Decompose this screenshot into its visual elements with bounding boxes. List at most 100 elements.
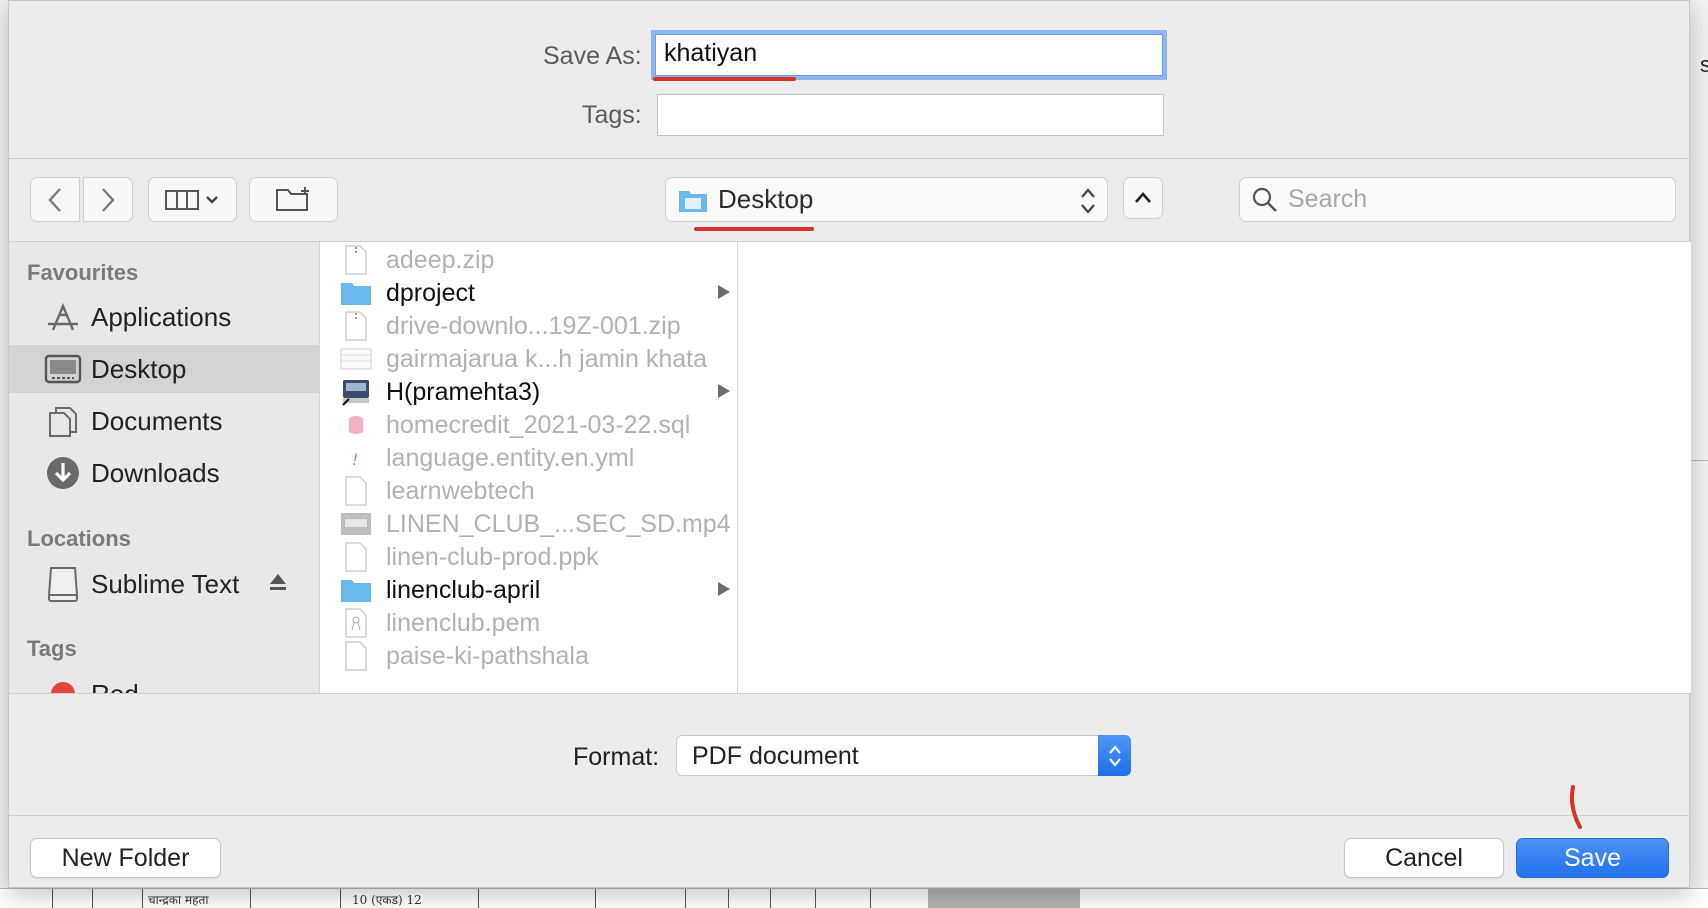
new-folder-icon	[275, 186, 309, 211]
back-button[interactable]	[30, 177, 80, 222]
disclosure-triangle-icon	[718, 285, 730, 299]
forward-button[interactable]	[83, 177, 133, 222]
view-options-button[interactable]	[148, 177, 237, 222]
list-item[interactable]: paise-ki-pathshala	[320, 638, 737, 674]
list-item[interactable]: homecredit_2021-03-22.sql	[320, 407, 737, 443]
search-icon	[1252, 187, 1277, 212]
list-item[interactable]: linenclub.pem	[320, 605, 737, 641]
annotation-underline	[653, 77, 796, 81]
location-popup[interactable]: Desktop	[665, 177, 1108, 222]
document-icon	[340, 476, 372, 506]
list-item[interactable]: dproject	[320, 275, 737, 311]
divider	[9, 158, 1691, 159]
tags-label: Tags:	[582, 101, 642, 129]
preview-pane	[738, 242, 1691, 693]
desktop-folder-icon	[679, 190, 707, 212]
file-name: linenclub.pem	[386, 608, 541, 637]
new-folder-button[interactable]: New Folder	[30, 838, 221, 878]
file-name: drive-downlo...19Z-001.zip	[386, 311, 681, 340]
yml-icon: !	[340, 443, 372, 473]
certificate-icon	[340, 608, 372, 638]
background-table-strip: चान्द्रका महता 10 (एकड) 12	[0, 888, 1708, 908]
file-name: adeep.zip	[386, 245, 495, 274]
zip-icon	[340, 245, 372, 275]
list-item[interactable]: H(pramehta3)	[320, 374, 737, 410]
tags-field[interactable]	[657, 94, 1164, 136]
downloads-icon	[43, 455, 83, 491]
sidebar-item-sublime-text[interactable]: Sublime Text	[9, 560, 319, 608]
save-as-label: Save As:	[543, 42, 642, 70]
file-name: LINEN_CLUB_...SEC_SD.mp4	[386, 509, 731, 538]
cancel-button[interactable]: Cancel	[1344, 838, 1504, 878]
file-name: dproject	[386, 278, 475, 307]
popup-stepper-icon	[1098, 735, 1131, 776]
background-gray-block	[928, 889, 1080, 908]
format-select[interactable]: PDF document	[676, 735, 1131, 776]
svg-text:!: !	[352, 450, 358, 469]
document-icon	[340, 542, 372, 572]
search-input[interactable]	[1288, 185, 1658, 214]
applications-icon	[43, 299, 83, 335]
search-box[interactable]	[1239, 177, 1676, 222]
file-list: adeep.zip dproject drive-downlo...19Z-00…	[320, 242, 738, 693]
list-item[interactable]: linenclub-april	[320, 572, 737, 608]
new-folder-toolbar-button[interactable]	[249, 177, 338, 222]
annotation-mark	[1569, 785, 1582, 829]
sidebar-item-applications[interactable]: Applications	[9, 293, 319, 341]
location-label: Desktop	[718, 184, 814, 214]
chevron-up-down-icon	[1081, 188, 1095, 214]
background-divider	[1690, 460, 1708, 461]
zip-icon	[340, 311, 372, 341]
list-item[interactable]: ! language.entity.en.yml	[320, 440, 737, 476]
disk-icon	[43, 566, 83, 602]
sidebar-item-tag-red[interactable]: Red	[9, 670, 319, 694]
sidebar-item-label: Desktop	[91, 353, 187, 384]
sidebar-item-label: Documents	[91, 405, 223, 436]
save-button[interactable]: Save	[1516, 838, 1669, 878]
sidebar-item-documents[interactable]: Documents	[9, 397, 319, 445]
file-name: linenclub-april	[386, 575, 541, 604]
network-drive-icon	[340, 377, 372, 407]
favourites-heading: Favourites	[27, 260, 139, 285]
disclosure-triangle-icon	[718, 582, 730, 596]
video-icon	[340, 509, 372, 539]
tags-heading: Tags	[27, 636, 77, 661]
sidebar-item-label: Sublime Text	[91, 568, 240, 599]
background-name-text: चान्द्रका महता	[148, 893, 209, 907]
desktop-icon	[43, 351, 83, 387]
file-name: paise-ki-pathshala	[386, 641, 589, 670]
divider	[9, 815, 1691, 816]
list-item[interactable]: learnwebtech	[320, 473, 737, 509]
list-item[interactable]: LINEN_CLUB_...SEC_SD.mp4	[320, 506, 737, 542]
annotation-underline-location	[694, 227, 814, 231]
sidebar-item-label: Red	[91, 679, 139, 694]
folder-icon	[340, 278, 372, 308]
file-name: homecredit_2021-03-22.sql	[386, 410, 691, 439]
list-item[interactable]: drive-downlo...19Z-001.zip	[320, 308, 737, 344]
format-value: PDF document	[692, 742, 859, 770]
document-icon	[340, 641, 372, 671]
list-item[interactable]: adeep.zip	[320, 242, 737, 278]
eject-icon[interactable]	[268, 572, 288, 592]
file-name: learnwebtech	[386, 476, 535, 505]
list-item[interactable]: linen-club-prod.ppk	[320, 539, 737, 575]
file-name: linen-club-prod.ppk	[386, 542, 599, 571]
sidebar-item-desktop[interactable]: Desktop	[9, 345, 319, 393]
divider	[9, 693, 1691, 694]
file-name: H(pramehta3)	[386, 377, 541, 406]
spreadsheet-icon	[340, 344, 372, 374]
background-glyph: s	[1700, 52, 1708, 77]
sidebar-item-downloads[interactable]: Downloads	[9, 449, 319, 497]
folder-icon	[340, 575, 372, 605]
columns-view-icon	[164, 189, 218, 210]
chevron-left-icon	[48, 187, 61, 212]
format-label: Format:	[573, 743, 660, 771]
list-item[interactable]: gairmajarua k...h jamin khata	[320, 341, 737, 377]
documents-icon	[43, 403, 83, 439]
file-name: gairmajarua k...h jamin khata	[386, 344, 707, 373]
expand-collapse-button[interactable]	[1123, 177, 1163, 219]
sql-icon	[340, 410, 372, 440]
sidebar-item-label: Downloads	[91, 457, 220, 488]
save-as-field[interactable]: khatiyan	[655, 34, 1163, 76]
save-dialog: Save As: khatiyan Tags: Desktop Search F…	[8, 0, 1691, 888]
